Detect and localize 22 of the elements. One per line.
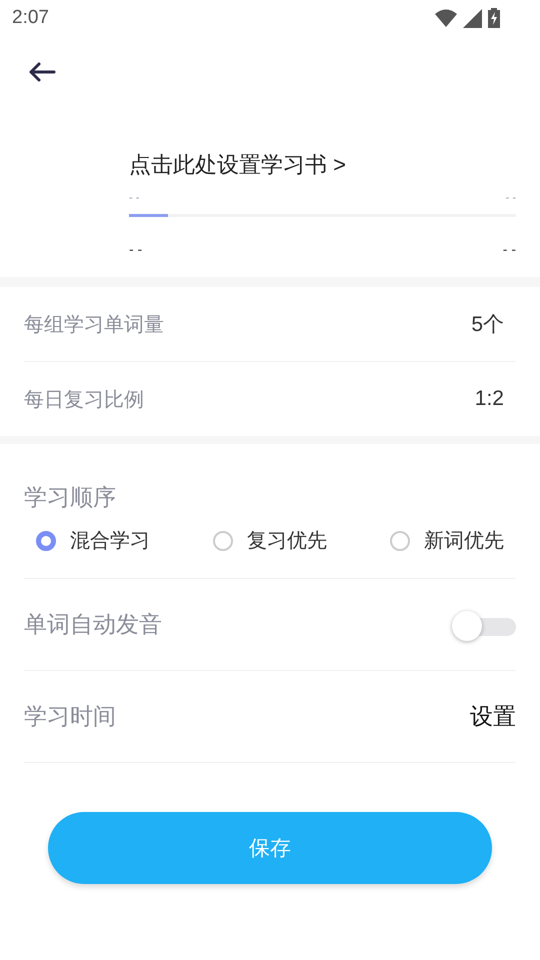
setting-label: 单词自动发音 <box>24 610 162 639</box>
book-title[interactable]: 点击此处设置学习书 > <box>129 150 346 180</box>
total-count: - - <box>502 241 516 257</box>
radio-option[interactable]: 新词优先 <box>390 527 504 554</box>
radio-option[interactable]: 混合学习 <box>36 527 150 554</box>
section-title: 学习顺序 <box>24 484 116 510</box>
setting-value[interactable]: 5个 <box>471 310 516 338</box>
back-icon[interactable] <box>28 62 56 82</box>
progress-end: - - <box>506 192 516 204</box>
wifi-icon <box>435 9 457 27</box>
signal-icon <box>463 8 482 28</box>
set-link[interactable]: 设置 <box>470 701 516 732</box>
setting-label: 每组学习单词量 <box>24 312 164 338</box>
toggle-switch[interactable] <box>452 608 516 640</box>
setting-value[interactable]: 1:2 <box>474 387 516 411</box>
progress-start: - - <box>129 192 140 204</box>
setting-label: 每日复习比例 <box>24 388 144 412</box>
setting-label: 学习时间 <box>24 702 116 731</box>
battery-icon <box>488 8 500 28</box>
status-time: 2:07 <box>12 7 49 29</box>
radio-option[interactable]: 复习优先 <box>213 527 327 554</box>
learned-count: - - <box>129 241 142 257</box>
